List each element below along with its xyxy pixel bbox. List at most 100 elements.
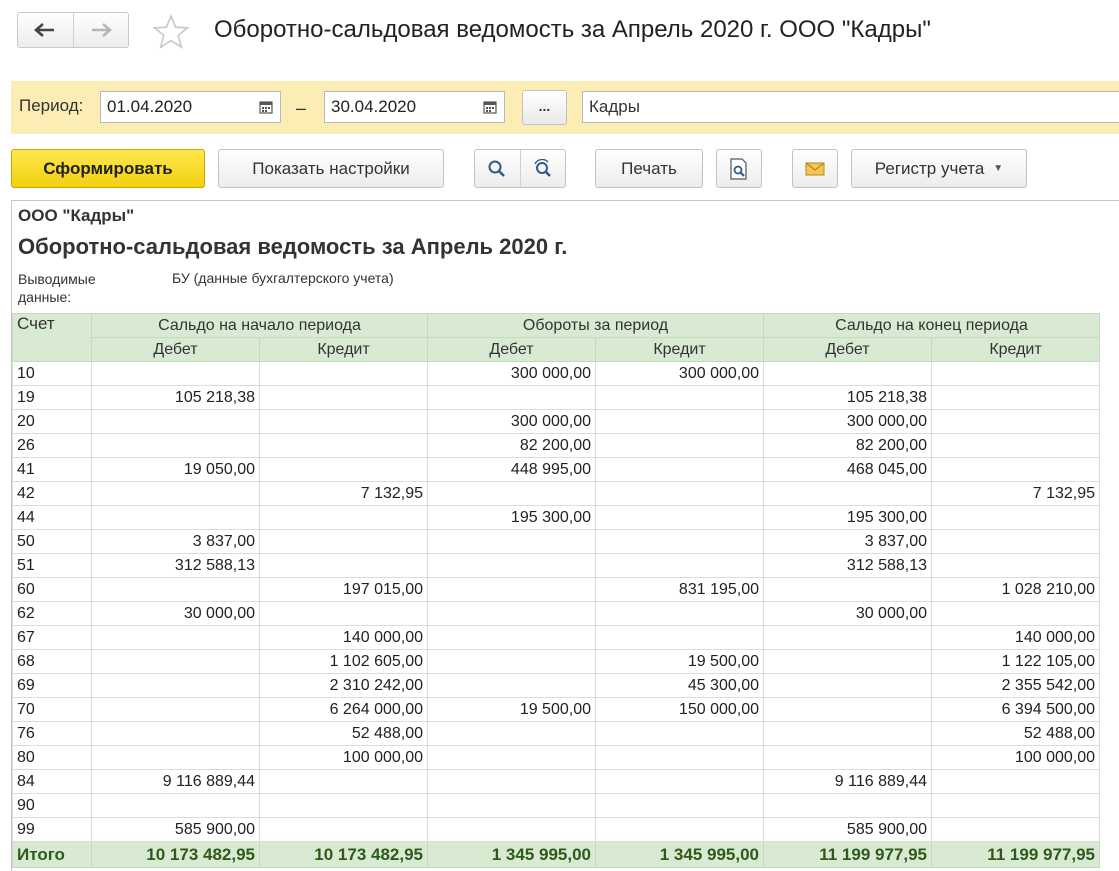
table-row[interactable]: 70 6 264 000,00 19 500,00 150 000,00 6 394 5… [12,697,1100,722]
amount-cell [931,769,1100,794]
amount-cell [595,553,764,578]
amount-cell: 300 000,00 [763,409,932,434]
table-row[interactable]: 62 30 000,00 30 000,00 [12,601,1100,626]
header-debit: Дебет [91,337,260,362]
amount-cell [595,529,764,554]
calendar-start-button[interactable] [251,91,281,123]
register-label: Регистр учета [874,158,985,178]
amount-cell [595,433,764,458]
table-row[interactable]: 69 2 310 242,00 45 300,00 2 355 542,00 [12,673,1100,698]
amount-cell: 52 488,00 [931,721,1100,746]
forward-button[interactable] [72,13,129,47]
amount-cell: 1 102 605,00 [259,649,428,674]
report-organization: ООО "Кадры" [18,206,135,225]
generate-button[interactable]: Сформировать [11,149,205,188]
select-period-button[interactable]: ... [522,90,567,125]
amount-cell: 1 028 210,00 [931,577,1100,602]
search-button[interactable] [475,150,520,187]
back-button[interactable] [18,13,73,47]
table-row[interactable]: 51 312 588,13 312 588,13 [12,553,1100,578]
table-row[interactable]: 99 585 900,00 585 900,00 [12,817,1100,842]
table-row[interactable]: 84 9 116 889,44 9 116 889,44 [12,769,1100,794]
amount-cell [427,625,596,650]
amount-cell: 312 588,13 [763,553,932,578]
total-cell: 11 199 977,95 [931,841,1100,868]
amount-cell: 6 394 500,00 [931,697,1100,722]
total-row: Итого 10 173 482,95 10 173 482,95 1 345 … [12,841,1100,868]
send-email-button[interactable] [792,149,838,188]
table-row[interactable]: 60 197 015,00 831 195,00 1 028 210,00 [12,577,1100,602]
amount-cell [259,553,428,578]
amount-cell: 3 837,00 [91,529,260,554]
print-button[interactable]: Печать [595,149,703,188]
table-row[interactable]: 19 105 218,38 105 218,38 [12,385,1100,410]
table-row[interactable]: 41 19 050,00 448 995,00 468 045,00 [12,457,1100,482]
table-row[interactable]: 26 82 200,00 82 200,00 [12,433,1100,458]
amount-cell: 105 218,38 [763,385,932,410]
output-data-value: БУ (данные бухгалтерского учета) [172,270,394,286]
amount-cell [427,793,596,818]
amount-cell [259,505,428,530]
amount-cell [91,649,260,674]
table-row[interactable]: 76 52 488,00 52 488,00 [12,721,1100,746]
amount-cell: 30 000,00 [763,601,932,626]
amount-cell [763,577,932,602]
search-button-group [474,149,566,188]
amount-cell: 140 000,00 [259,625,428,650]
table-row[interactable]: 42 7 132,95 7 132,95 [12,481,1100,506]
table-row[interactable]: 68 1 102 605,00 19 500,00 1 122 105,00 [12,649,1100,674]
table-row[interactable]: 10 300 000,00 300 000,00 [12,361,1100,386]
amount-cell [91,697,260,722]
amount-cell [595,625,764,650]
amount-cell [931,433,1100,458]
table-row[interactable]: 50 3 837,00 3 837,00 [12,529,1100,554]
amount-cell [763,793,932,818]
table-row[interactable]: 90 [12,793,1100,818]
header-closing-balance: Сальдо на конец периода [763,313,1100,338]
amount-cell: 6 264 000,00 [259,697,428,722]
amount-cell [91,745,260,770]
search-refresh-button[interactable] [519,150,566,187]
amount-cell [259,529,428,554]
favorite-star-icon[interactable] [152,13,190,55]
amount-cell [931,409,1100,434]
period-start-input[interactable]: 01.04.2020 [100,91,252,123]
amount-cell [595,793,764,818]
table-row[interactable]: 44 195 300,00 195 300,00 [12,505,1100,530]
header-debit: Дебет [427,337,596,362]
table-row[interactable]: 80 100 000,00 100 000,00 [12,745,1100,770]
amount-cell [931,505,1100,530]
account-cell: 10 [12,361,92,386]
search-reset-icon [534,158,551,177]
period-end-input[interactable]: 30.04.2020 [324,91,476,123]
account-cell: 69 [12,673,92,698]
amount-cell: 300 000,00 [427,409,596,434]
amount-cell: 82 200,00 [763,433,932,458]
account-cell: 90 [12,793,92,818]
amount-cell [931,385,1100,410]
amount-cell [595,769,764,794]
amount-cell [427,769,596,794]
amount-cell: 19 050,00 [91,457,260,482]
register-dropdown[interactable]: Регистр учета ▼ [851,149,1027,188]
amount-cell [595,817,764,842]
account-cell: 62 [12,601,92,626]
amount-cell [427,601,596,626]
amount-cell: 9 116 889,44 [91,769,260,794]
amount-cell [259,817,428,842]
show-settings-button[interactable]: Показать настройки [218,149,444,188]
organization-input[interactable]: Кадры [582,91,1119,123]
amount-cell [259,601,428,626]
search-icon [488,160,506,177]
amount-cell: 468 045,00 [763,457,932,482]
amount-cell: 2 355 542,00 [931,673,1100,698]
amount-cell [931,601,1100,626]
calendar-end-button[interactable] [475,91,505,123]
account-cell: 84 [12,769,92,794]
table-row[interactable]: 67 140 000,00 140 000,00 [12,625,1100,650]
amount-cell [91,409,260,434]
amount-cell [931,793,1100,818]
header-debit: Дебет [763,337,932,362]
preview-button[interactable] [716,149,762,188]
table-row[interactable]: 20 300 000,00 300 000,00 [12,409,1100,434]
